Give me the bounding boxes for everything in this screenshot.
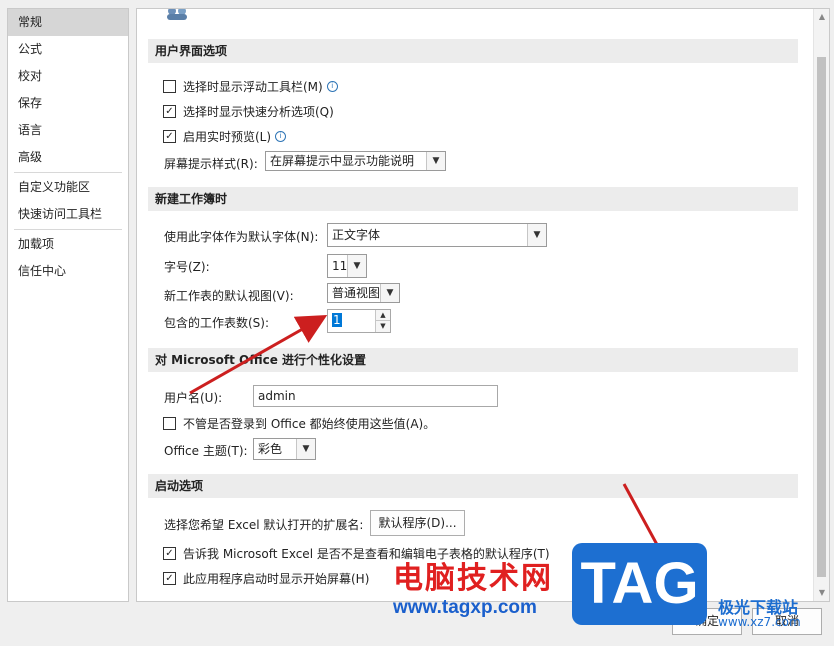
watermark-url: www.tagxp.com [393,597,537,618]
watermark-site-url: www.xz7.com [718,615,801,629]
watermark-cn-text: 电脑技术网 [393,561,553,596]
arrow-to-sheet-count [189,315,328,395]
watermark-tag-logo: TAG [572,543,707,625]
annotation-arrows [189,315,688,602]
